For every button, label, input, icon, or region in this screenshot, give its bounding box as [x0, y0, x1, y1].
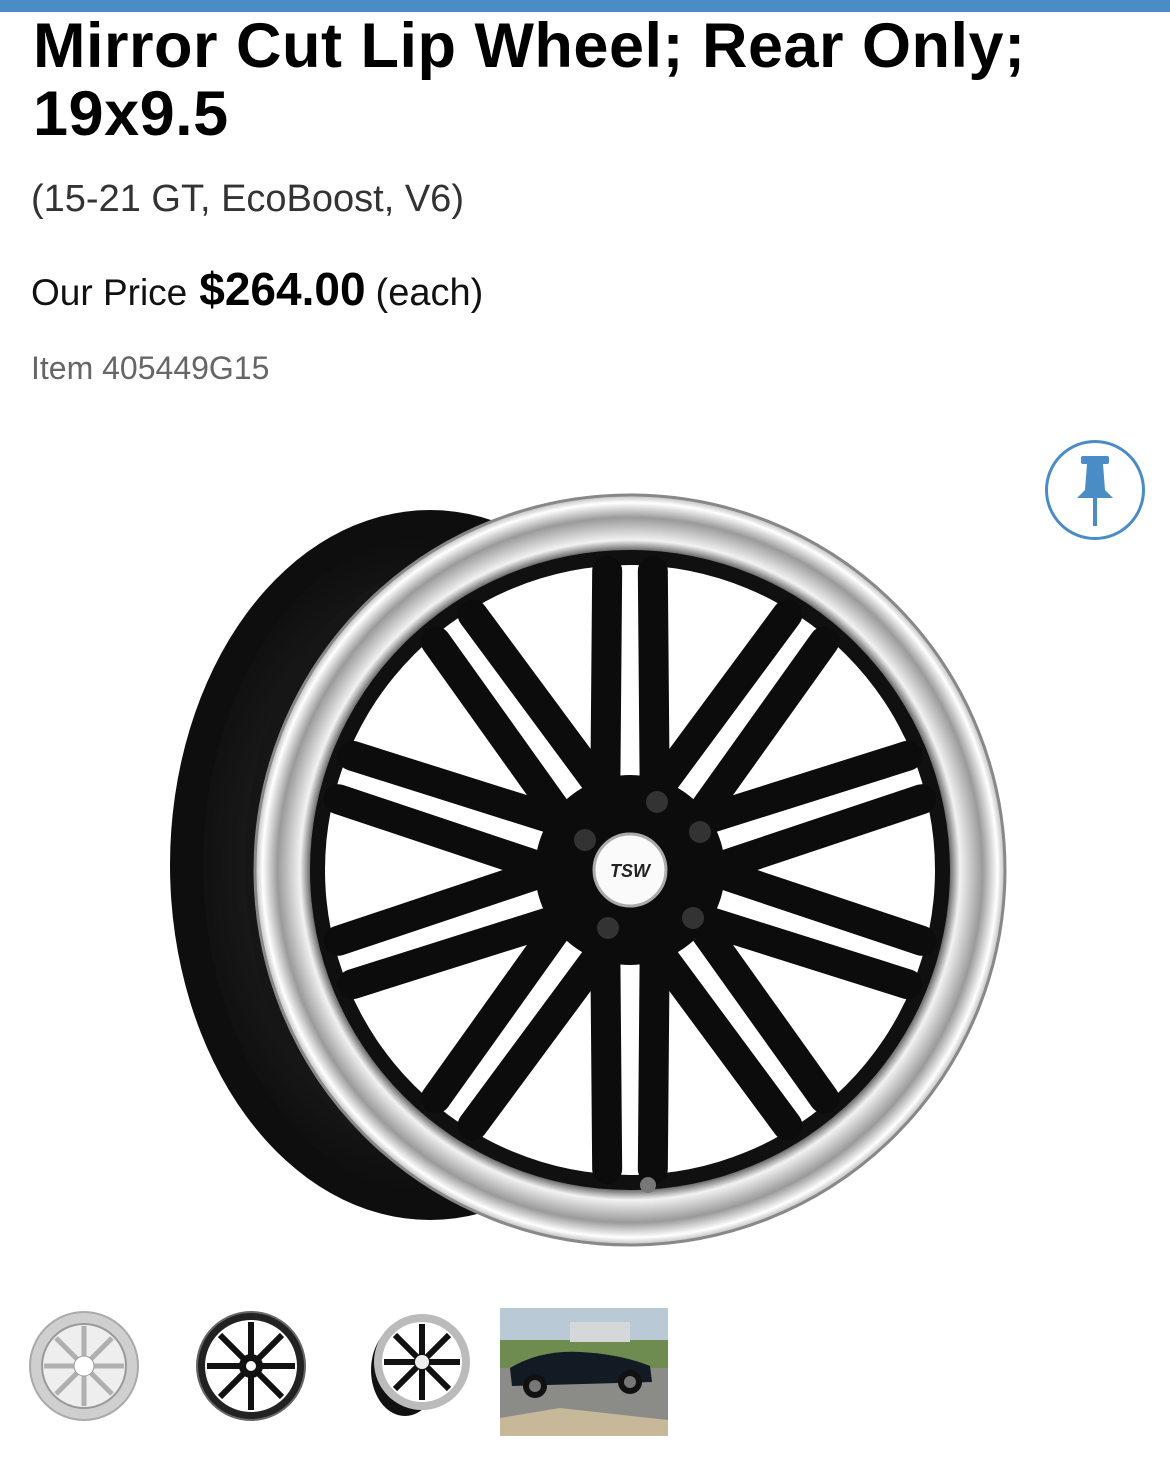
price-label: Our Price	[31, 272, 188, 313]
wheel-hero-image[interactable]: TSW	[160, 470, 1010, 1260]
price-row: Our Price $264.00 (each)	[31, 262, 483, 316]
wheel-spoke	[590, 555, 623, 809]
wheel-spoke	[590, 931, 623, 1185]
item-label: Item	[31, 350, 94, 386]
price-value: $264.00	[199, 263, 366, 315]
thumbnail-car-photo[interactable]	[500, 1308, 668, 1436]
pin-button[interactable]	[1045, 440, 1145, 540]
item-number: 405449G15	[102, 350, 270, 386]
thumbnail-strip	[0, 1300, 1170, 1450]
pushpin-icon	[1077, 456, 1113, 526]
item-number-row: Item 405449G15	[31, 350, 269, 387]
hub-logo: TSW	[610, 861, 652, 881]
wheel-spoke	[637, 555, 670, 809]
price-unit: (each)	[375, 272, 484, 314]
thumbnail-black-wheel[interactable]	[195, 1310, 307, 1422]
thumbnail-silver-wheel[interactable]	[28, 1310, 140, 1422]
product-title: Mirror Cut Lip Wheel; Rear Only; 19x9.5	[33, 11, 1026, 149]
thumbnail-black-wheel-angle[interactable]	[360, 1310, 472, 1422]
wheel-spoke	[637, 931, 670, 1185]
fitment-text: (15-21 GT, EcoBoost, V6)	[31, 178, 464, 220]
